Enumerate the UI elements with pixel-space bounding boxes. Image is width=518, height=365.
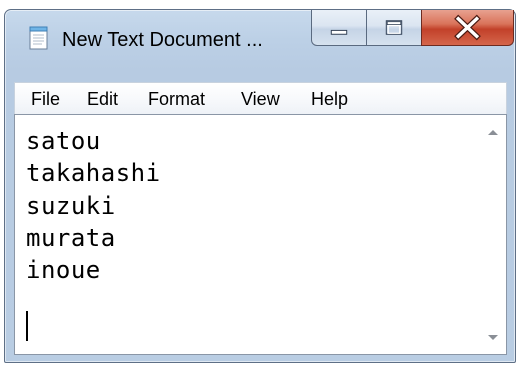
editor-content[interactable]: satou takahashi suzuki murata inoue	[26, 125, 161, 319]
text-editor[interactable]: satou takahashi suzuki murata inoue	[14, 114, 507, 355]
menu-bar: File Edit Format View Help	[14, 82, 507, 115]
text-caret	[26, 311, 28, 341]
minimize-icon	[330, 29, 348, 35]
notepad-window: New Text Document ... File Edit Format V…	[4, 9, 516, 363]
menu-help[interactable]: Help	[311, 88, 348, 110]
menu-format[interactable]: Format	[148, 88, 205, 110]
editor-line: inoue	[26, 256, 101, 285]
close-button[interactable]	[421, 10, 514, 46]
maximize-icon	[385, 20, 403, 35]
editor-line: murata	[26, 223, 116, 252]
minimize-button[interactable]	[311, 10, 367, 46]
cropped-heading-fragment	[148, 0, 157, 6]
caption-buttons	[311, 10, 514, 47]
maximize-button[interactable]	[366, 10, 422, 46]
menu-file[interactable]: File	[31, 88, 60, 110]
editor-line: suzuki	[26, 191, 116, 220]
editor-line: takahashi	[26, 159, 161, 188]
scroll-up-arrow-icon[interactable]	[487, 128, 499, 136]
vertical-scrollbar[interactable]	[478, 115, 506, 354]
editor-line: satou	[26, 127, 101, 155]
close-icon	[454, 14, 481, 41]
scroll-down-arrow-icon[interactable]	[487, 334, 499, 342]
menu-edit[interactable]: Edit	[87, 88, 118, 110]
title-bar[interactable]: New Text Document ...	[5, 10, 515, 58]
menu-view[interactable]: View	[241, 88, 280, 110]
notepad-icon	[29, 26, 48, 50]
window-title: New Text Document ...	[62, 29, 263, 51]
